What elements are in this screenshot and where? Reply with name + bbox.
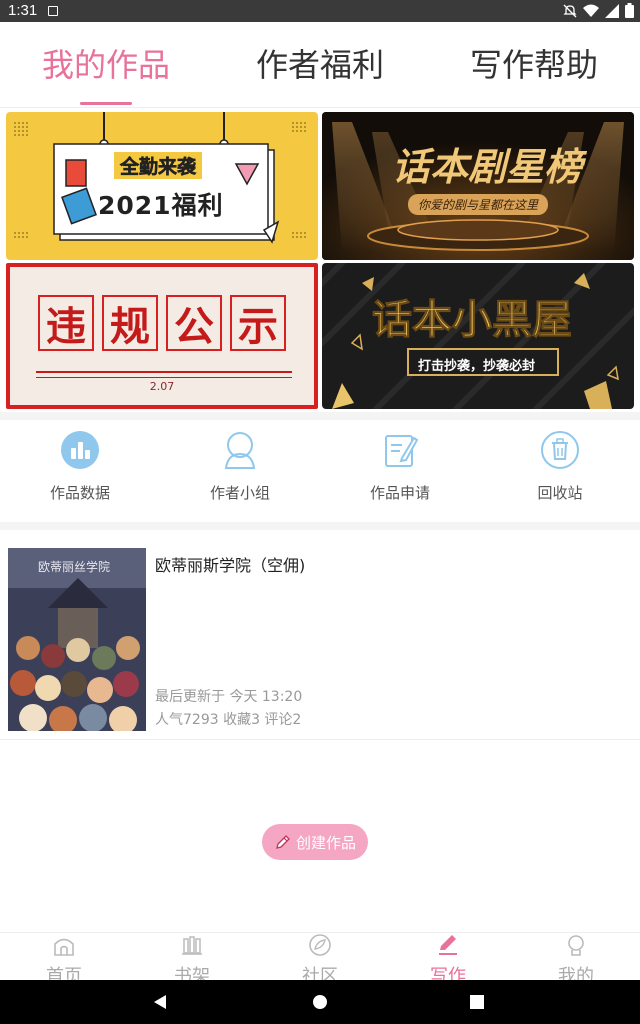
status-bar: 1:31 <box>0 0 640 22</box>
battery-icon <box>625 3 634 18</box>
quick-recycle-bin[interactable]: 回收站 <box>510 430 610 503</box>
banner-black-room-sub: 打击抄袭，抄袭必封 <box>418 359 536 374</box>
banner-black-room-title: 话本小黑屋 <box>372 297 573 344</box>
work-title[interactable]: 欧蒂丽斯学院（空佣) <box>155 552 305 576</box>
bottom-nav: 首页 书架 社区 写作 我的 <box>0 932 640 987</box>
banner-star-ranking-title: 话本剧星榜 <box>392 145 583 189</box>
quick-recycle-bin-label: 回收站 <box>537 484 583 502</box>
pen-icon <box>439 935 457 955</box>
violation-chars: 违 规 公 示 <box>38 295 286 351</box>
banner-black-room[interactable]: 话本小黑屋 打击抄袭，抄袭必封 <box>322 263 634 409</box>
quick-work-data-label: 作品数据 <box>49 484 110 502</box>
section-divider-1 <box>0 412 640 420</box>
edit-doc-icon <box>385 435 419 467</box>
quick-author-group-label: 作者小组 <box>209 484 270 502</box>
banner-violation-notice[interactable]: 违 规 公 示 2.07 <box>6 263 318 409</box>
banner-attendance-line2: 2021福利 <box>98 191 224 220</box>
bookshelf-icon <box>182 936 202 955</box>
profile-icon <box>568 935 584 956</box>
banner-star-ranking-sub: 你爱的剧与星都在这里 <box>408 194 549 215</box>
quick-work-apply[interactable]: 作品申请 <box>350 430 450 503</box>
cover-title: 欧蒂丽丝学院 <box>38 560 111 574</box>
home-button-icon[interactable] <box>312 994 328 1010</box>
banner-attendance-line1: 全勤来袭 <box>114 152 203 179</box>
active-tab-indicator <box>80 102 132 105</box>
status-time: 1:31 <box>8 2 38 19</box>
quick-work-data[interactable]: 作品数据 <box>30 430 130 503</box>
work-stats: 人气7293 收藏3 评论2 <box>155 712 302 728</box>
cover-illustration <box>8 548 146 731</box>
violation-char-1: 违 <box>38 295 94 351</box>
tab-writing-help[interactable]: 写作帮助 <box>470 40 598 86</box>
group-icon <box>224 432 256 469</box>
wifi-icon <box>583 4 599 17</box>
quick-work-apply-label: 作品申请 <box>369 484 430 502</box>
signal-icon <box>605 3 619 18</box>
community-icon <box>309 934 331 956</box>
trash-icon <box>541 431 579 469</box>
recents-icon[interactable] <box>470 995 484 1009</box>
tab-author-benefits[interactable]: 作者福利 <box>256 40 384 86</box>
top-tabs: 我的作品 作者福利 写作帮助 <box>0 22 640 108</box>
violation-date: 2.07 <box>149 380 175 393</box>
violation-divider-top <box>36 371 292 373</box>
banner-star-ranking[interactable]: 话本剧星榜 你爱的剧与星都在这里 <box>322 112 634 260</box>
create-work-button[interactable]: 创建作品 <box>262 824 368 860</box>
pencil-icon <box>276 835 290 849</box>
violation-divider-bottom <box>36 377 292 378</box>
quick-author-group[interactable]: 作者小组 <box>190 430 290 503</box>
mute-icon <box>563 4 577 17</box>
system-nav-bar <box>0 980 640 1024</box>
status-icons <box>563 3 634 18</box>
home-icon <box>54 938 74 956</box>
work-list-item[interactable]: 欧蒂丽丝学院 欧蒂丽斯学院（空佣) 最后更新于 今天 13:20 人气7293 … <box>0 540 640 740</box>
banner-attendance-benefit[interactable]: 全勤来袭 2021福利 <box>6 112 318 260</box>
create-work-label: 创建作品 <box>295 833 356 852</box>
work-cover-image[interactable]: 欧蒂丽丝学院 <box>8 548 146 731</box>
violation-char-2: 规 <box>102 295 158 351</box>
chart-icon <box>61 431 99 469</box>
image-notification-icon <box>48 6 58 16</box>
quick-actions: 作品数据 作者小组 作品申请 回收站 <box>0 420 640 520</box>
section-divider-2 <box>0 522 640 530</box>
violation-char-3: 公 <box>166 295 222 351</box>
violation-char-4: 示 <box>230 295 286 351</box>
work-updated: 最后更新于 今天 13:20 <box>155 689 303 705</box>
back-icon[interactable] <box>152 994 168 1010</box>
tab-my-works[interactable]: 我的作品 <box>42 40 170 86</box>
